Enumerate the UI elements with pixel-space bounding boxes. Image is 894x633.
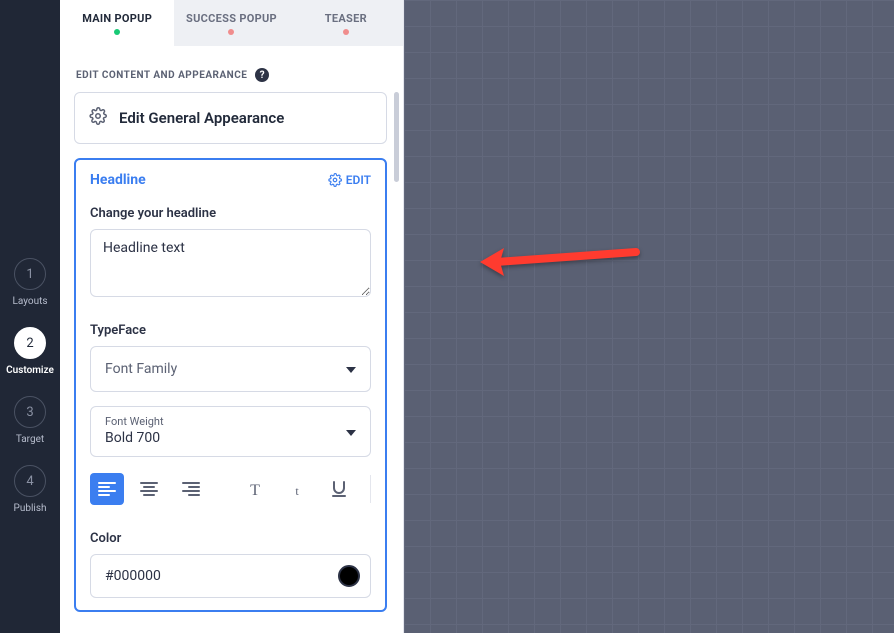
tab-label: MAIN POPUP	[82, 12, 152, 25]
step-label: Layouts	[12, 296, 47, 307]
svg-text:t: t	[295, 484, 299, 498]
general-appearance-card[interactable]: Edit General Appearance	[74, 92, 387, 144]
section-title: EDIT CONTENT AND APPEARANCE ?	[76, 68, 387, 82]
text-size-small-button[interactable]: t	[280, 473, 314, 505]
color-hex-input[interactable]	[105, 568, 338, 584]
font-weight-value: Bold 700	[105, 430, 160, 446]
status-dot-icon	[343, 29, 349, 35]
editor-body[interactable]: EDIT CONTENT AND APPEARANCE ? Edit Gener…	[60, 46, 403, 633]
general-appearance-label: Edit General Appearance	[119, 109, 284, 127]
step-layouts[interactable]: 1 Layouts	[12, 258, 47, 307]
edit-button[interactable]: EDIT	[328, 173, 371, 187]
chevron-down-icon	[346, 424, 356, 440]
text-format-toolbar: T t	[90, 473, 371, 505]
editor-panel: MAIN POPUP SUCCESS POPUP TEASER EDIT CON…	[60, 0, 404, 633]
underline-button[interactable]	[322, 473, 356, 505]
align-left-button[interactable]	[90, 473, 124, 505]
headline-block-title: Headline	[90, 172, 146, 188]
font-weight-label: Font Weight	[105, 415, 164, 428]
headline-block: Headline EDIT Change your headline TypeF…	[74, 158, 387, 612]
tab-main-popup[interactable]: MAIN POPUP	[60, 0, 174, 46]
align-right-button[interactable]	[174, 473, 208, 505]
headline-input[interactable]	[90, 229, 371, 297]
svg-text:T: T	[250, 482, 260, 498]
font-family-select[interactable]: Font Family	[90, 346, 371, 392]
toolbar-separator	[370, 475, 371, 503]
tab-success-popup[interactable]: SUCCESS POPUP	[174, 0, 288, 46]
gear-icon	[328, 173, 342, 187]
gear-icon	[89, 107, 107, 129]
step-customize[interactable]: 2 Customize	[6, 327, 54, 376]
help-icon[interactable]: ?	[255, 68, 269, 82]
step-label: Publish	[14, 503, 47, 514]
step-label: Target	[16, 434, 44, 445]
text-size-large-button[interactable]: T	[238, 473, 272, 505]
step-number: 3	[14, 396, 46, 428]
preview-canvas[interactable]	[404, 0, 894, 633]
tab-label: TEASER	[325, 12, 367, 25]
step-label: Customize	[6, 365, 54, 376]
step-rail: 1 Layouts 2 Customize 3 Target 4 Publish	[0, 0, 60, 633]
step-publish[interactable]: 4 Publish	[14, 465, 47, 514]
chevron-down-icon	[346, 361, 356, 377]
step-number: 4	[14, 465, 46, 497]
tab-label: SUCCESS POPUP	[186, 12, 277, 25]
step-number: 1	[14, 258, 46, 290]
color-title: Color	[90, 531, 371, 546]
scrollbar-thumb[interactable]	[394, 92, 399, 182]
popup-tabs: MAIN POPUP SUCCESS POPUP TEASER	[60, 0, 403, 46]
font-weight-select[interactable]: Font Weight Bold 700	[90, 406, 371, 457]
section-title-text: EDIT CONTENT AND APPEARANCE	[76, 70, 247, 81]
step-number: 2	[14, 327, 46, 359]
status-dot-icon	[228, 29, 234, 35]
tab-teaser[interactable]: TEASER	[289, 0, 403, 46]
color-input-row	[90, 554, 371, 598]
status-dot-icon	[114, 29, 120, 35]
color-swatch[interactable]	[338, 565, 360, 587]
step-target[interactable]: 3 Target	[14, 396, 46, 445]
font-family-placeholder: Font Family	[105, 361, 177, 377]
align-center-button[interactable]	[132, 473, 166, 505]
edit-label: EDIT	[346, 173, 371, 187]
annotation-arrow-icon	[474, 240, 644, 284]
headline-field-label: Change your headline	[90, 206, 371, 221]
typeface-title: TypeFace	[90, 323, 371, 338]
